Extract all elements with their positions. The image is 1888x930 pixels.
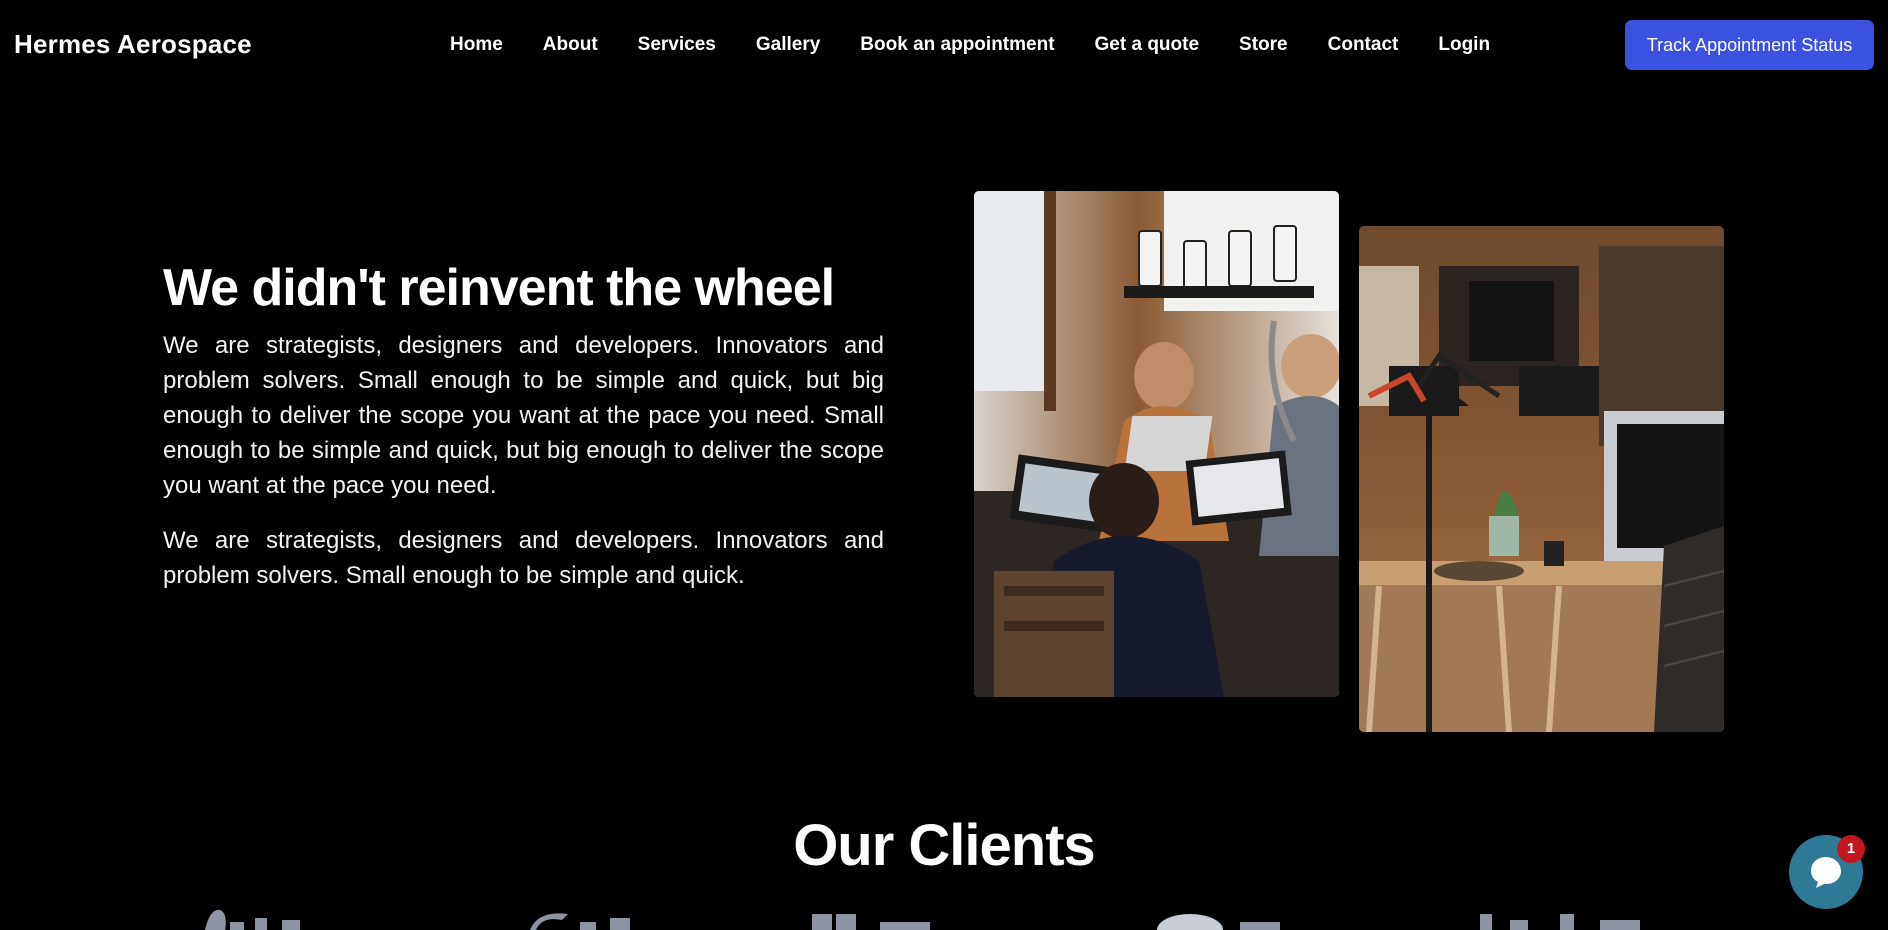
brand-logo[interactable]: Hermes Aerospace [14, 29, 252, 60]
nav-store[interactable]: Store [1239, 34, 1288, 56]
nav-contact[interactable]: Contact [1328, 34, 1399, 56]
client-logo-2 [530, 913, 568, 930]
site-header: Hermes Aerospace Home About Services Gal… [0, 0, 1888, 92]
nav-services[interactable]: Services [638, 34, 716, 56]
chat-notification-badge: 1 [1837, 835, 1865, 863]
office-interior-photo [1359, 226, 1724, 732]
client-logo-1b [230, 922, 244, 930]
nav-book-appointment[interactable]: Book an appointment [860, 34, 1054, 56]
nav-get-quote[interactable]: Get a quote [1095, 34, 1200, 56]
hero-paragraph-2: We are strategists, designers and develo… [163, 527, 884, 589]
nav-about[interactable]: About [543, 34, 598, 56]
hero-paragraph-1: We are strategists, designers and develo… [163, 332, 884, 499]
client-logos-strip [0, 908, 1888, 930]
clients-title: Our Clients [793, 813, 1096, 878]
nav-gallery[interactable]: Gallery [756, 34, 820, 56]
client-logo-5 [1480, 914, 1492, 930]
client-logos [205, 909, 1640, 930]
client-logo-1 [205, 909, 226, 930]
nav-home[interactable]: Home [450, 34, 503, 56]
hero-title: We didn't reinvent the wheel [163, 259, 835, 317]
team-meeting-photo [974, 191, 1339, 697]
track-appointment-button[interactable]: Track Appointment Status [1625, 20, 1874, 70]
client-logo-4 [1157, 914, 1223, 930]
main-nav: Home About Services Gallery Book an appo… [450, 34, 1530, 56]
client-logo-3 [812, 914, 832, 930]
chat-bubble-icon [1811, 857, 1841, 888]
nav-login[interactable]: Login [1438, 34, 1490, 56]
